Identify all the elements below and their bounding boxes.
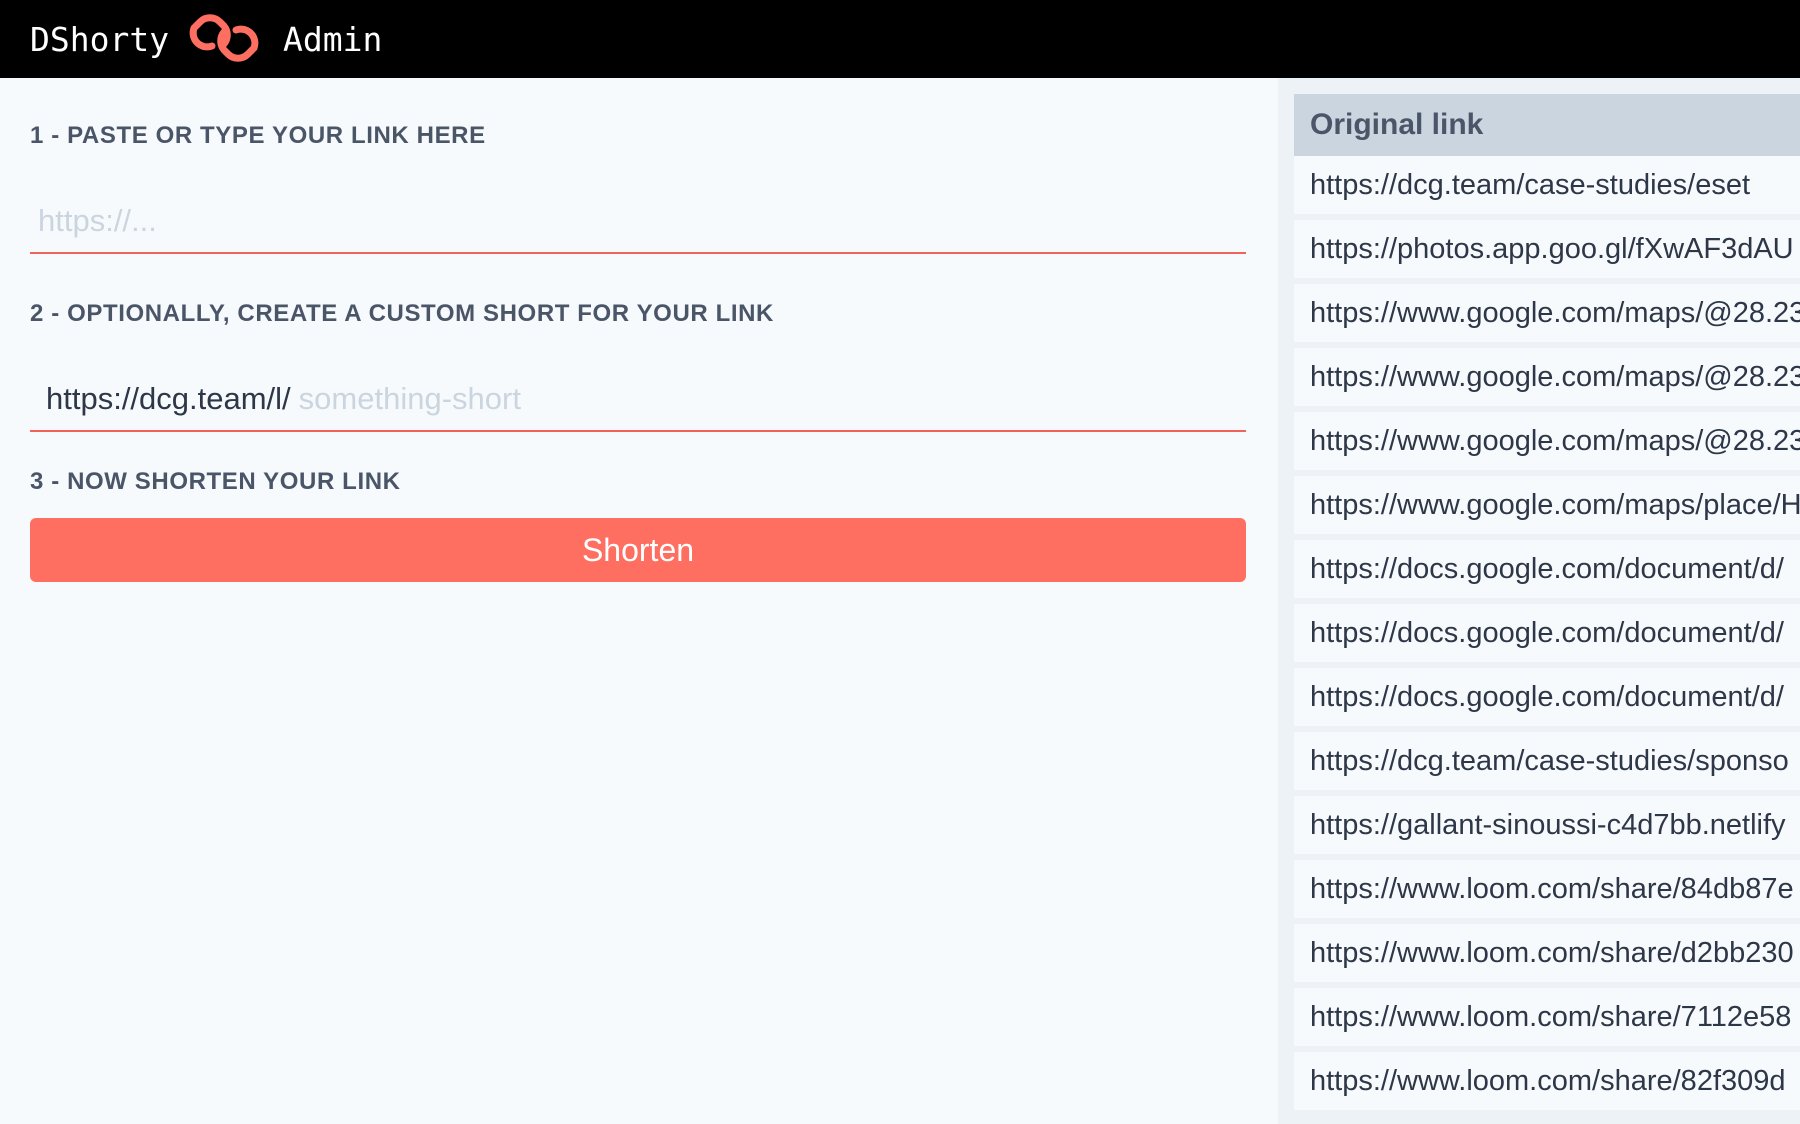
shorten-button[interactable]: Shorten	[30, 518, 1246, 582]
step1-label: 1 - PASTE OR TYPE YOUR LINK HERE	[30, 122, 486, 149]
links-table: Original link https://dcg.team/case-stud…	[1294, 94, 1800, 1110]
table-row[interactable]: https://www.loom.com/share/82f309d	[1294, 1052, 1800, 1110]
table-row[interactable]: https://www.loom.com/share/d2bb230	[1294, 924, 1800, 982]
custom-short-field: https://dcg.team/l/	[30, 368, 1246, 432]
table-row[interactable]: https://www.google.com/maps/@28.23	[1294, 412, 1800, 470]
table-row[interactable]: https://www.google.com/maps/place/H	[1294, 476, 1800, 534]
table-row[interactable]: https://gallant-sinoussi-c4d7bb.netlify	[1294, 796, 1800, 854]
top-nav-bar: DShorty Admin	[0, 0, 1800, 78]
table-row[interactable]: https://docs.google.com/document/d/	[1294, 604, 1800, 662]
table-row[interactable]: https://docs.google.com/document/d/	[1294, 540, 1800, 598]
table-row[interactable]: https://dcg.team/case-studies/eset	[1294, 156, 1800, 214]
step3-label: 3 - NOW SHORTEN YOUR LINK	[30, 468, 401, 495]
table-row[interactable]: https://www.google.com/maps/@28.23	[1294, 284, 1800, 342]
links-panel: Original link https://dcg.team/case-stud…	[1278, 78, 1800, 1124]
url-input[interactable]	[38, 201, 1228, 241]
table-row[interactable]: https://dcg.team/case-studies/sponso	[1294, 732, 1800, 790]
step2-label: 2 - OPTIONALLY, CREATE A CUSTOM SHORT FO…	[30, 300, 774, 327]
table-row[interactable]: https://photos.app.goo.gl/fXwAF3dAU	[1294, 220, 1800, 278]
table-row[interactable]: https://www.loom.com/share/84db87e	[1294, 860, 1800, 918]
admin-title: Admin	[283, 19, 383, 59]
table-row[interactable]: https://www.google.com/maps/@28.23	[1294, 348, 1800, 406]
url-field	[30, 190, 1246, 254]
chain-link-icon	[189, 14, 259, 62]
table-row[interactable]: https://docs.google.com/document/d/	[1294, 668, 1800, 726]
column-header-original-link[interactable]: Original link	[1294, 94, 1800, 156]
brand-name[interactable]: DShorty	[30, 0, 169, 78]
table-row[interactable]: https://www.loom.com/share/7112e58	[1294, 988, 1800, 1046]
custom-short-input[interactable]	[298, 379, 1199, 419]
short-url-prefix: https://dcg.team/l/	[46, 381, 291, 416]
